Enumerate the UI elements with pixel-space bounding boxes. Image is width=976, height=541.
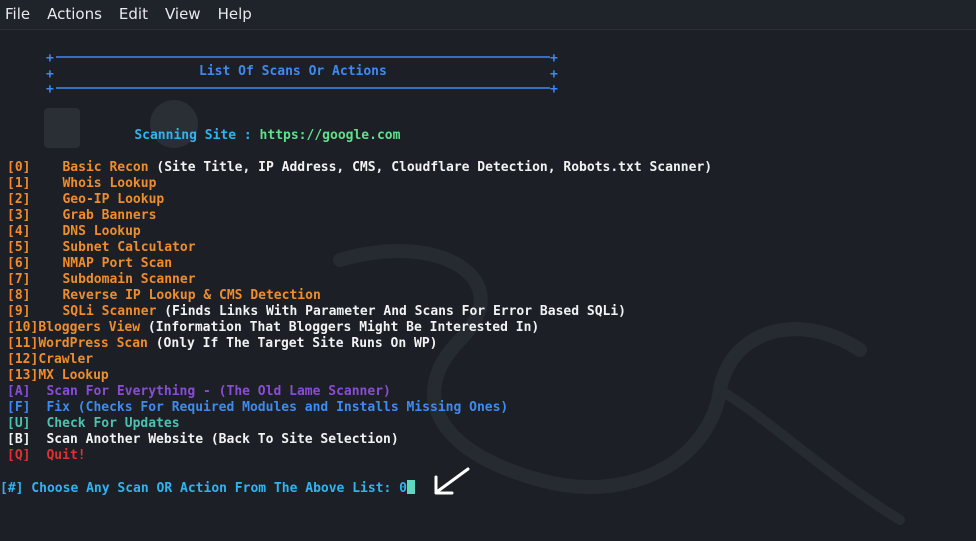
- svg-text:+: +: [550, 82, 558, 94]
- action-check-updates: [U] Check For Updates: [7, 416, 180, 432]
- action-key: [Q]: [7, 448, 31, 463]
- scanning-label: Scanning Site :: [134, 128, 260, 143]
- svg-text:+: +: [46, 51, 54, 66]
- option-name: DNS Lookup: [62, 224, 141, 239]
- option-key: [7]: [7, 272, 31, 287]
- option-key: [8]: [7, 288, 31, 303]
- action-text: Scan Another Website (Back To Site Selec…: [46, 432, 399, 447]
- option-4: [4] DNS Lookup: [7, 224, 141, 240]
- choice-prompt: [#] Choose Any Scan OR Action From The A…: [0, 480, 415, 497]
- option-name: Whois Lookup: [62, 176, 157, 191]
- option-1: [1] Whois Lookup: [7, 176, 156, 192]
- option-name: Geo-IP Lookup: [62, 192, 165, 207]
- action-scan-everything: [A] Scan For Everything - (The Old Lame S…: [7, 384, 391, 400]
- option-key: [0]: [7, 160, 31, 175]
- option-3: [3] Grab Banners: [7, 208, 156, 224]
- option-name: MX Lookup: [38, 368, 109, 383]
- option-key: [2]: [7, 192, 31, 207]
- option-name: Crawler: [38, 352, 94, 367]
- action-scan-another: [B] Scan Another Website (Back To Site Se…: [7, 432, 399, 448]
- option-5: [5] Subnet Calculator: [7, 240, 196, 256]
- action-text: Fix (Checks For Required Modules and Ins…: [46, 400, 509, 415]
- option-key: [3]: [7, 208, 31, 223]
- option-desc: (Only If The Target Site Runs On WP): [147, 336, 438, 351]
- action-key: [U]: [7, 416, 31, 431]
- option-12: [12]Crawler: [7, 352, 93, 368]
- scanning-url: https://google.com: [259, 128, 401, 143]
- svg-text:+: +: [550, 51, 558, 66]
- terminal-cursor: [407, 480, 415, 494]
- action-quit: [Q] Quit!: [7, 448, 86, 464]
- option-11: [11]WordPress Scan (Only If The Target S…: [7, 336, 437, 352]
- terminal-output: + + + + + + List Of Scans Or Actions Sca…: [0, 0, 976, 541]
- arrow-icon: [434, 467, 470, 495]
- action-fix: [F] Fix (Checks For Required Modules and …: [7, 400, 508, 416]
- option-key: [11]: [7, 336, 39, 351]
- action-key: [A]: [7, 384, 31, 399]
- action-key: [F]: [7, 400, 31, 415]
- option-name: WordPress Scan: [38, 336, 148, 351]
- option-0: [0] Basic Recon (Site Title, IP Address, …: [7, 160, 712, 176]
- option-name: Basic Recon: [62, 160, 149, 175]
- option-name: Grab Banners: [62, 208, 157, 223]
- option-key: [10]: [7, 320, 39, 335]
- option-key: [9]: [7, 304, 31, 319]
- option-desc: (Finds Links With Parameter And Scans Fo…: [156, 304, 627, 319]
- option-name: NMAP Port Scan: [62, 256, 173, 271]
- prompt-input[interactable]: 0: [399, 481, 407, 496]
- action-text: Scan For Everything - (The Old Lame Scan…: [46, 384, 391, 399]
- option-2: [2] Geo-IP Lookup: [7, 192, 164, 208]
- scanning-site-line: Scanning Site : https://google.com: [103, 112, 400, 160]
- svg-text:+: +: [46, 67, 54, 82]
- banner-title: List Of Scans Or Actions: [199, 64, 387, 79]
- option-key: [6]: [7, 256, 31, 271]
- option-name: Subdomain Scanner: [62, 272, 196, 287]
- option-name: Subnet Calculator: [62, 240, 196, 255]
- option-desc: (Site Title, IP Address, CMS, Cloudflare…: [148, 160, 713, 175]
- option-key: [1]: [7, 176, 31, 191]
- option-key: [5]: [7, 240, 31, 255]
- action-key: [B]: [7, 432, 31, 447]
- option-name: SQLi Scanner: [62, 304, 157, 319]
- option-name: Reverse IP Lookup & CMS Detection: [62, 288, 321, 303]
- option-7: [7] Subdomain Scanner: [7, 272, 196, 288]
- option-9: [9] SQLi Scanner (Finds Links With Parame…: [7, 304, 626, 320]
- option-key: [4]: [7, 224, 31, 239]
- action-text: Quit!: [46, 448, 86, 463]
- option-name: Bloggers View: [38, 320, 141, 335]
- svg-text:+: +: [46, 82, 54, 94]
- option-key: [12]: [7, 352, 39, 367]
- action-text: Check For Updates: [46, 416, 180, 431]
- svg-text:+: +: [550, 67, 558, 82]
- option-8: [8] Reverse IP Lookup & CMS Detection: [7, 288, 321, 304]
- prompt-text: [#] Choose Any Scan OR Action From The A…: [0, 481, 400, 496]
- option-6: [6] NMAP Port Scan: [7, 256, 172, 272]
- option-key: [13]: [7, 368, 39, 383]
- option-13: [13]MX Lookup: [7, 368, 109, 384]
- option-10: [10]Bloggers View (Information That Blog…: [7, 320, 539, 336]
- option-desc: (Information That Bloggers Might Be Inte…: [140, 320, 540, 335]
